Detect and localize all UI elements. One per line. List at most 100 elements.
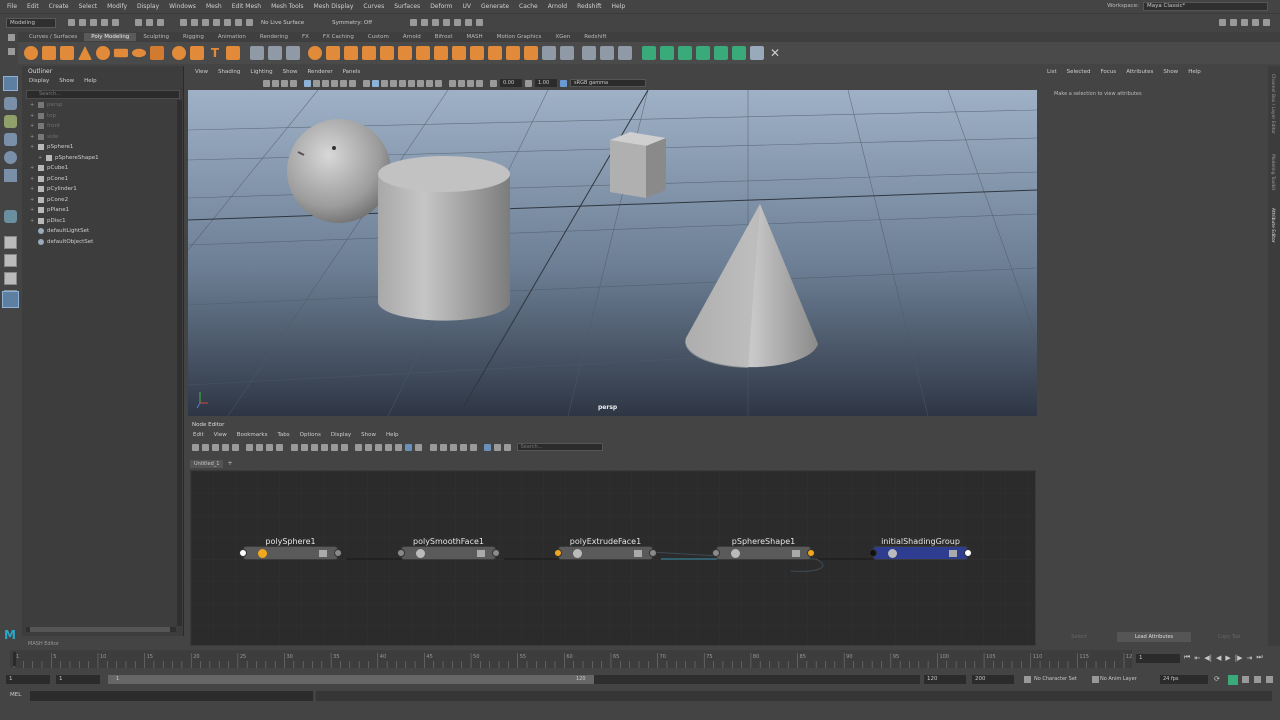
last-tool-icon[interactable]	[4, 210, 17, 223]
mash-editor-tab[interactable]: MASH Editor	[28, 641, 59, 647]
poly-cube-icon[interactable]	[42, 46, 56, 60]
outliner-hscrollbar[interactable]	[26, 627, 176, 632]
offset-loop-icon[interactable]	[618, 46, 632, 60]
menu-set-select[interactable]: Modeling	[6, 17, 56, 28]
shelf-tab-rigging[interactable]: Rigging	[176, 33, 211, 41]
redshift-render-icon[interactable]	[476, 19, 484, 26]
find-node-icon[interactable]	[330, 443, 338, 451]
snap-grid-icon[interactable]	[180, 19, 187, 26]
highlight-icon[interactable]	[484, 443, 491, 451]
shelf-tab-fx[interactable]: FX	[295, 33, 316, 41]
command-input[interactable]	[30, 691, 313, 701]
time-slider[interactable]: 1 5 10 15 20 25 30 35 40 45 50 55 60 65 70 75 80 85 90 95 10…	[10, 650, 1132, 668]
toggle-attribute-filter-icon[interactable]	[429, 443, 437, 451]
shelf-tab-custom[interactable]: Custom	[361, 33, 396, 41]
node-body[interactable]	[243, 546, 338, 560]
outliner-item[interactable]: + pCone1	[30, 174, 180, 185]
show-transforms-icon[interactable]	[449, 443, 457, 451]
range-slider-handle[interactable]	[108, 675, 594, 684]
menu-select[interactable]: Select	[74, 3, 103, 10]
outliner-item[interactable]: + pPlane1	[30, 205, 180, 216]
poly-cone-icon[interactable]	[78, 46, 92, 60]
exposure-field[interactable]: 0.00	[500, 79, 522, 87]
poly-plane-icon[interactable]	[114, 48, 128, 58]
shelf-tab-mash[interactable]: MASH	[459, 33, 489, 41]
boolean-icon[interactable]	[286, 46, 300, 60]
node-shading[interactable]: initialShadingGroup	[863, 537, 978, 567]
sweep-mesh-icon[interactable]	[190, 46, 204, 60]
play-backwards-icon[interactable]: ◀	[1216, 654, 1221, 662]
lock-camera-icon[interactable]	[272, 79, 279, 87]
attribute-editor-menu-focus[interactable]: Focus	[1095, 69, 1121, 75]
type-tool-icon[interactable]: T	[208, 46, 222, 60]
render-settings-icon[interactable]	[432, 19, 440, 26]
xray-icon[interactable]	[458, 79, 465, 87]
go-to-start-icon[interactable]: ⏮	[1184, 653, 1190, 662]
hypershade-icon[interactable]	[443, 19, 451, 26]
snap-view-icon[interactable]	[213, 19, 220, 26]
tab-channel-box[interactable]: Channel Box / Layer Editor	[1270, 74, 1275, 134]
remove-selected-icon[interactable]	[256, 443, 263, 451]
pin-icon[interactable]	[355, 443, 362, 451]
node-editor-menu-bookmarks[interactable]: Bookmarks	[232, 432, 273, 438]
xray-joints-icon[interactable]	[467, 79, 474, 87]
node-editor-menu-show[interactable]: Show	[356, 432, 381, 438]
isolate-select-icon[interactable]	[449, 79, 456, 87]
attribute-editor-icon[interactable]	[1241, 19, 1248, 26]
viewport-menu-show[interactable]: Show	[278, 69, 303, 75]
grid-snap-icon[interactable]	[415, 443, 422, 451]
node-body[interactable]	[558, 546, 653, 560]
ambient-occlusion-icon[interactable]	[417, 79, 424, 87]
copy-tab-button[interactable]: Copy Tab	[1194, 632, 1264, 642]
paint-select-icon[interactable]	[4, 115, 17, 128]
snap-surface-icon[interactable]	[224, 19, 231, 26]
anim-layer-icon[interactable]	[1092, 676, 1099, 683]
scale-tool-icon[interactable]	[4, 169, 17, 182]
undo-icon[interactable]	[101, 19, 108, 26]
append-polygon-icon[interactable]	[416, 46, 430, 60]
node-editor-layout-icon[interactable]	[2, 291, 19, 308]
outliner-search-field[interactable]: Search...	[26, 90, 180, 99]
expand-icon[interactable]: +	[30, 176, 36, 182]
current-frame-field[interactable]: 1	[1136, 654, 1180, 663]
fill-hole-icon[interactable]	[398, 46, 412, 60]
outliner-item[interactable]: + front	[30, 121, 180, 132]
expand-icon[interactable]: +	[30, 123, 36, 129]
image-icon[interactable]	[504, 443, 511, 451]
uv-editor-icon[interactable]	[732, 46, 746, 60]
tab-untitled-1[interactable]: Untitled_1	[190, 460, 224, 468]
single-perspective-layout-icon[interactable]	[4, 236, 17, 249]
menu-deform[interactable]: Deform	[425, 3, 457, 10]
wedge-icon[interactable]	[560, 46, 574, 60]
node-body[interactable]	[873, 546, 968, 560]
viewport-menu-renderer[interactable]: Renderer	[302, 69, 337, 75]
frame-all-icon[interactable]	[385, 443, 392, 451]
shelf-tab-arnold[interactable]: Arnold	[396, 33, 428, 41]
step-forward-key-icon[interactable]: ⇥	[1246, 654, 1252, 662]
node-input-port[interactable]	[869, 549, 877, 557]
bookmark-icon[interactable]	[281, 79, 288, 87]
expand-icon[interactable]: +	[30, 186, 36, 192]
preferences-icon[interactable]	[1266, 676, 1273, 683]
node-output-port[interactable]	[649, 549, 657, 557]
shelf-tab-sculpting[interactable]: Sculpting	[136, 33, 176, 41]
shelf-tab-motion-graphics[interactable]: Motion Graphics	[490, 33, 549, 41]
shelf-tab-poly-modeling[interactable]: Poly Modeling	[84, 33, 137, 41]
node-output-port[interactable]	[807, 549, 815, 557]
bridge-icon[interactable]	[362, 46, 376, 60]
outliner-item[interactable]: + pCone2	[30, 195, 180, 206]
uv-camera-icon[interactable]	[714, 46, 728, 60]
channel-box-icon[interactable]	[1263, 19, 1270, 26]
expand-icon[interactable]: +	[30, 165, 36, 171]
menu-generate[interactable]: Generate	[476, 3, 514, 10]
shelf-tab-xgen[interactable]: XGen	[548, 33, 577, 41]
shadows-icon[interactable]	[408, 79, 415, 87]
uv-cylindrical-icon[interactable]	[660, 46, 674, 60]
image-plane-icon[interactable]	[290, 79, 297, 87]
expand-icon[interactable]: +	[30, 102, 36, 108]
show-materials-icon[interactable]	[469, 443, 477, 451]
snap-edge-icon[interactable]	[235, 19, 242, 26]
unpin-icon[interactable]	[375, 443, 382, 451]
attribute-editor-menu-show[interactable]: Show	[1158, 69, 1183, 75]
bevel-icon[interactable]	[380, 46, 394, 60]
